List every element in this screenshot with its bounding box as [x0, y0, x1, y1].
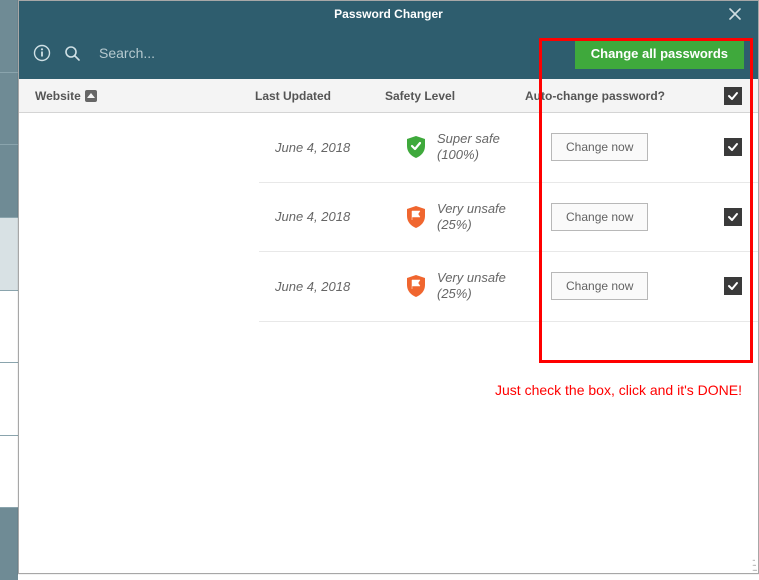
window-title: Password Changer	[334, 7, 443, 21]
change-now-button[interactable]: Change now	[551, 203, 648, 231]
background-sidebar	[0, 0, 18, 580]
titlebar: Password Changer	[19, 1, 758, 27]
safety-shield-icon	[405, 136, 427, 158]
table-row: June 4, 2018 Very unsafe(25%) Change now	[259, 252, 758, 322]
column-safety-level[interactable]: Safety Level	[385, 89, 525, 103]
table-header: Website Last Updated Safety Level Auto-c…	[19, 79, 758, 113]
change-all-passwords-button[interactable]: Change all passwords	[575, 38, 744, 69]
safety-shield-icon	[405, 275, 427, 297]
password-changer-window: Password Changer Change all passwords We…	[18, 0, 759, 574]
table-row: June 4, 2018 Very unsafe(25%) Change now	[259, 183, 758, 253]
safety-shield-icon	[405, 206, 427, 228]
toolbar: Change all passwords	[19, 27, 758, 79]
safety-label: Super safe	[437, 131, 500, 147]
safety-percent: (100%)	[437, 147, 500, 163]
row-checkbox[interactable]	[724, 138, 742, 156]
safety-label: Very unsafe	[437, 201, 506, 217]
search-input[interactable]	[99, 45, 399, 61]
close-button[interactable]	[720, 1, 750, 27]
safety-percent: (25%)	[437, 217, 506, 233]
apple-icon	[0, 291, 18, 363]
select-all-checkbox[interactable]	[724, 87, 742, 105]
safety-label: Very unsafe	[437, 270, 506, 286]
table-row: June 4, 2018 Super safe(100%) Change now	[259, 113, 758, 183]
change-now-button[interactable]: Change now	[551, 272, 648, 300]
resize-grip[interactable]: .........	[752, 556, 756, 571]
sort-ascending-icon[interactable]	[85, 90, 97, 102]
search-icon[interactable]	[63, 44, 81, 62]
row-checkbox[interactable]	[724, 208, 742, 226]
column-website[interactable]: Website	[35, 89, 81, 103]
last-updated-value: June 4, 2018	[275, 140, 405, 155]
last-updated-value: June 4, 2018	[275, 279, 405, 294]
last-updated-value: June 4, 2018	[275, 209, 405, 224]
column-last-updated[interactable]: Last Updated	[255, 89, 385, 103]
table-body: June 4, 2018Super safe(100%)Change nowJu…	[19, 113, 758, 322]
info-icon[interactable]	[33, 44, 51, 62]
change-now-button[interactable]: Change now	[551, 133, 648, 161]
row-checkbox[interactable]	[724, 277, 742, 295]
safety-percent: (25%)	[437, 286, 506, 302]
column-auto-change[interactable]: Auto-change password?	[525, 89, 665, 103]
annotation-text: Just check the box, click and it's DONE!	[495, 382, 742, 398]
apple-icon	[0, 363, 18, 435]
